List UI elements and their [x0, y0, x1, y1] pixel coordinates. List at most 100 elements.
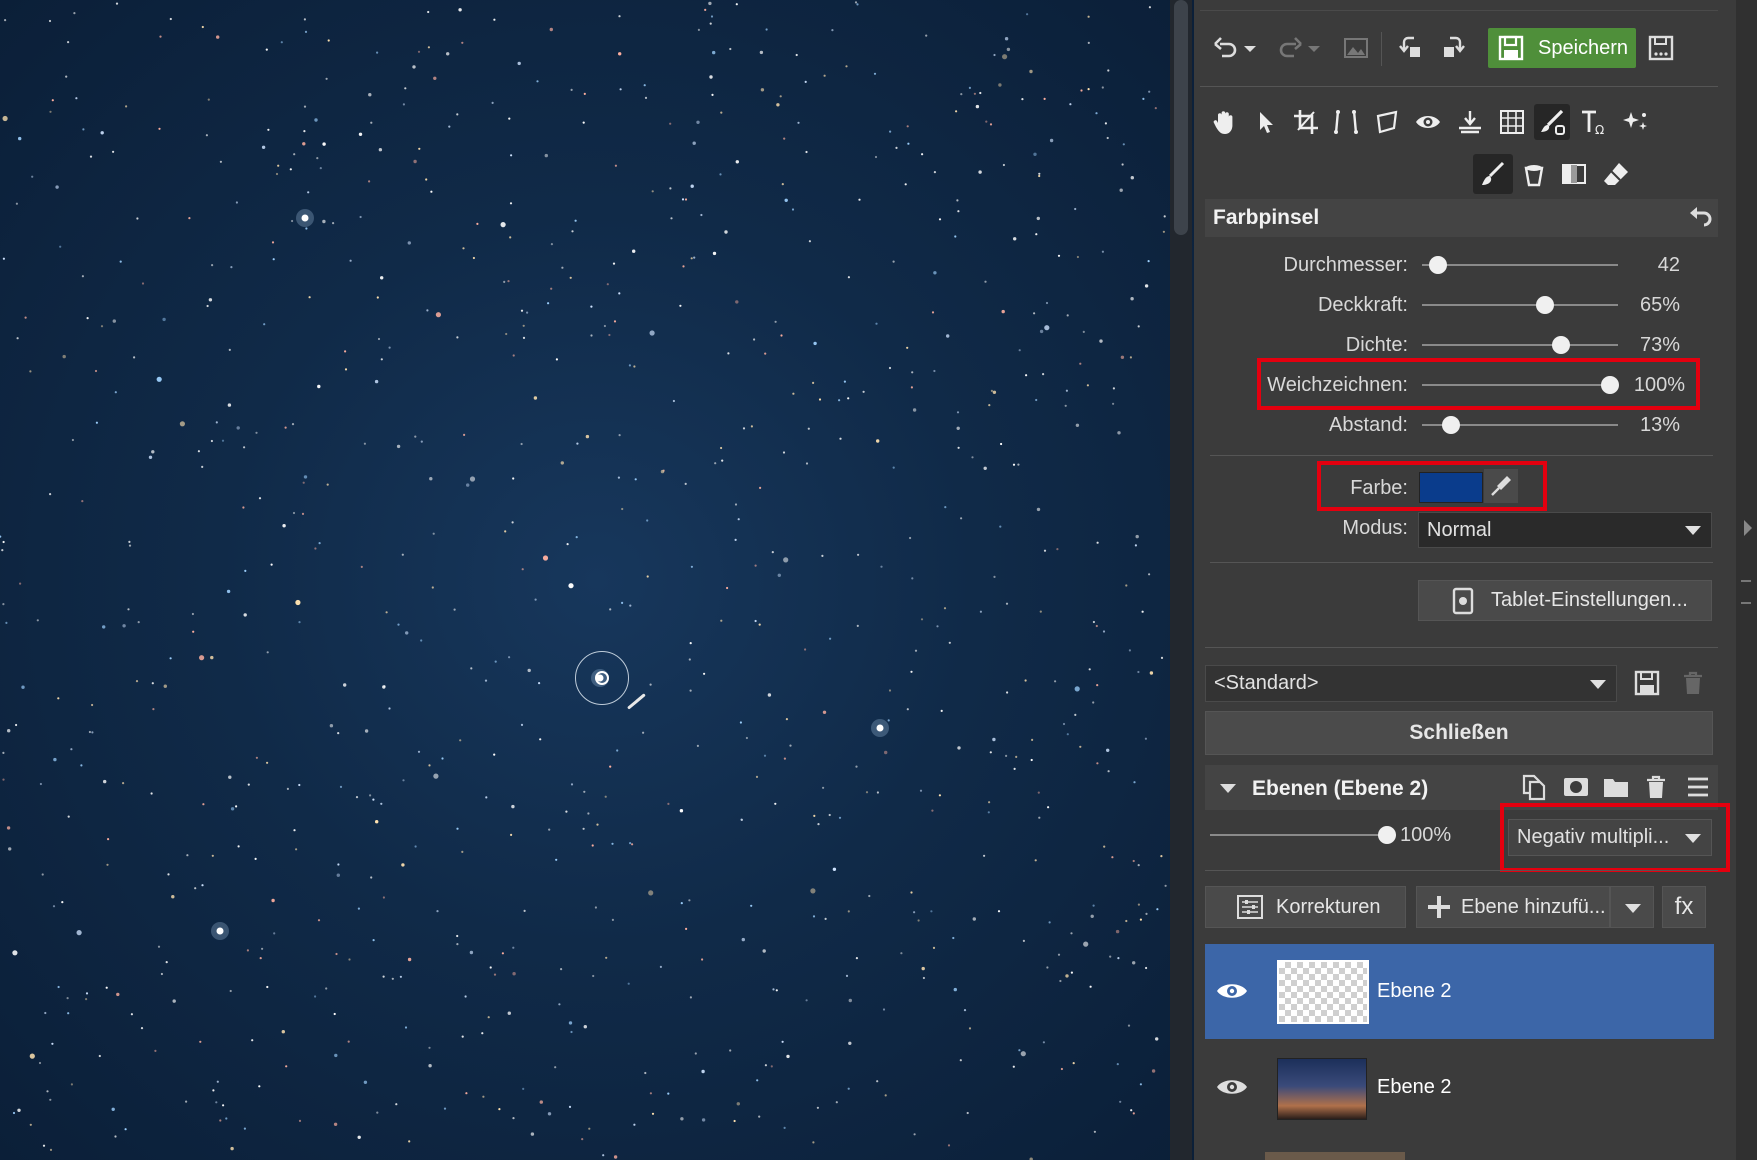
slider-label-density: Dichte: — [1345, 334, 1408, 356]
slider-track-opacity[interactable] — [1422, 304, 1618, 306]
close-tool-label: Schließen — [1409, 721, 1509, 744]
save-preset-icon[interactable] — [1629, 665, 1665, 701]
section-divider-3 — [1205, 647, 1718, 648]
top-divider — [1200, 10, 1718, 11]
gradient-icon[interactable] — [1556, 156, 1592, 192]
eye-icon[interactable] — [1215, 1075, 1249, 1099]
layer-thumbnail-image — [1277, 1058, 1367, 1120]
reset-arrow-icon[interactable] — [1682, 200, 1718, 236]
layers-title: Ebenen (Ebene 2) — [1252, 777, 1429, 800]
undo-dropdown-icon[interactable] — [1240, 30, 1260, 66]
folder-icon[interactable] — [1598, 769, 1634, 805]
redo-icon[interactable] — [1272, 30, 1308, 66]
corrections-icon — [1236, 893, 1264, 921]
fx-button[interactable]: fx — [1662, 886, 1706, 928]
delete-layer-icon[interactable] — [1638, 769, 1674, 805]
highlight-blur-slider — [1257, 358, 1700, 410]
slider-track-diameter[interactable] — [1422, 264, 1618, 266]
slider-value-opacity: 65% — [1639, 294, 1680, 316]
preset-dropdown-value: <Standard> — [1214, 672, 1319, 694]
section-divider-2 — [1210, 562, 1713, 563]
brush-cursor-center — [595, 671, 609, 685]
slider-value-diameter: 42 — [1657, 254, 1680, 276]
eraser-icon[interactable] — [1598, 156, 1634, 192]
corrections-button[interactable]: Korrekturen — [1205, 886, 1406, 928]
hand-tool-icon[interactable] — [1206, 104, 1242, 140]
layer-thumbnail-partial — [1265, 1152, 1405, 1160]
canvas-scrollbar[interactable] — [1170, 0, 1192, 1160]
preset-dropdown[interactable]: <Standard> — [1205, 665, 1617, 702]
canvas-scrollbar-thumb[interactable] — [1174, 0, 1188, 235]
section-divider-4 — [1205, 870, 1718, 871]
layer-name: Ebene 2 — [1377, 980, 1452, 1002]
rotate-left-icon[interactable] — [1394, 30, 1430, 66]
collapse-right-icon[interactable] — [1744, 520, 1752, 536]
chevron-down-icon — [1625, 904, 1641, 913]
mode-dropdown[interactable]: Normal — [1418, 512, 1712, 548]
slider-label-opacity: Deckkraft: — [1317, 294, 1408, 316]
menu-icon[interactable] — [1680, 769, 1716, 805]
save-icon — [1496, 33, 1526, 63]
fill-bucket-icon[interactable] — [1516, 156, 1552, 192]
close-tool-button[interactable]: Schließen — [1205, 711, 1713, 755]
corrections-label: Korrekturen — [1276, 895, 1381, 918]
eye-icon[interactable] — [1215, 979, 1249, 1003]
grid-warp-icon[interactable] — [1494, 104, 1530, 140]
layer-opacity-track[interactable] — [1210, 834, 1396, 836]
chevron-down-icon — [1590, 679, 1606, 689]
layer-row-partial — [1205, 1138, 1714, 1160]
mode-dropdown-value: Normal — [1427, 518, 1492, 541]
text-tool-icon[interactable]: Ω — [1576, 104, 1612, 140]
crop-icon[interactable] — [1288, 104, 1324, 140]
tablet-icon — [1449, 587, 1477, 615]
add-layer-dropdown[interactable] — [1610, 886, 1654, 928]
duplicate-layer-icon[interactable] — [1516, 769, 1552, 805]
layer-name: Ebene 2 — [1377, 1076, 1452, 1098]
slider-value-density: 73% — [1639, 334, 1680, 356]
svg-text:Ω: Ω — [1595, 123, 1604, 136]
save-as-icon[interactable] — [1643, 30, 1679, 66]
brush-tool-icon[interactable] — [1534, 104, 1570, 140]
slider-label-diameter: Durchmesser: — [1283, 254, 1408, 276]
perspective-icon[interactable] — [1328, 104, 1364, 140]
paintbrush-icon[interactable] — [1473, 154, 1513, 194]
undo-icon[interactable] — [1208, 30, 1244, 66]
layer-mask-icon[interactable] — [1558, 769, 1594, 805]
effects-stars-icon[interactable] — [1618, 104, 1654, 140]
redo-dropdown-icon[interactable] — [1304, 30, 1324, 66]
fx-label: fx — [1674, 893, 1694, 920]
select-arrow-icon[interactable] — [1248, 104, 1284, 140]
highlight-blend-mode — [1500, 803, 1730, 872]
toolbar-divider — [1200, 86, 1718, 87]
grip-icon[interactable] — [1741, 580, 1751, 604]
layer-thumbnail-transparent — [1277, 960, 1369, 1024]
add-layer-button[interactable]: Ebene hinzufü... — [1416, 886, 1610, 928]
image-canvas[interactable] — [0, 0, 1194, 1160]
delete-preset-icon[interactable] — [1675, 665, 1711, 701]
tablet-settings-button[interactable]: Tablet-Einstellungen... — [1418, 580, 1712, 621]
tablet-settings-label: Tablet-Einstellungen... — [1491, 589, 1688, 611]
save-button-label: Speichern — [1538, 36, 1629, 59]
mode-label: Modus: — [1342, 517, 1408, 539]
red-eye-icon[interactable] — [1410, 104, 1446, 140]
plus-icon — [1425, 893, 1453, 921]
straighten-icon[interactable] — [1452, 104, 1488, 140]
layer-opacity-knob[interactable] — [1378, 826, 1396, 844]
tool-section-title: Farbpinsel — [1213, 206, 1320, 229]
save-button[interactable]: Speichern — [1488, 28, 1636, 68]
rotate-right-icon[interactable] — [1434, 30, 1470, 66]
slider-track-density[interactable] — [1422, 344, 1618, 346]
add-layer-label: Ebene hinzufü... — [1461, 895, 1606, 918]
layer-row[interactable]: Ebene 2 — [1205, 1040, 1714, 1135]
slider-knob-diameter[interactable] — [1428, 256, 1447, 274]
toolbar-separator — [1381, 32, 1382, 66]
highlight-color — [1317, 461, 1547, 511]
panel-edge-strip[interactable] — [1736, 0, 1757, 1160]
slider-value-spacing: 13% — [1639, 414, 1680, 436]
collapse-triangle-icon[interactable] — [1210, 770, 1246, 806]
section-divider — [1210, 455, 1713, 456]
layer-row-selected[interactable]: Ebene 2 — [1205, 944, 1714, 1039]
image-icon[interactable] — [1338, 30, 1374, 66]
slider-label-spacing: Abstand: — [1329, 414, 1408, 436]
transform-icon[interactable] — [1370, 104, 1406, 140]
